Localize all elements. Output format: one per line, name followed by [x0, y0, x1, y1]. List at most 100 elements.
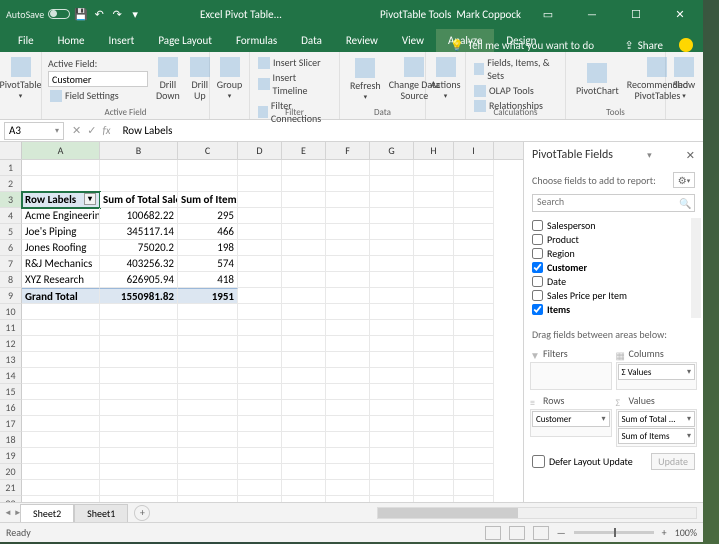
cell[interactable] [414, 272, 454, 288]
cell[interactable] [22, 384, 100, 400]
cell[interactable] [370, 272, 414, 288]
cell[interactable] [326, 240, 370, 256]
cell[interactable] [178, 160, 238, 176]
field-checkbox[interactable] [532, 304, 543, 315]
rows-area[interactable]: ≡Rows Customer▾ [530, 394, 612, 447]
row-header[interactable]: 13 [0, 352, 22, 368]
cell[interactable]: 295 [178, 208, 238, 224]
cell[interactable] [178, 368, 238, 384]
tab-data[interactable]: Data [289, 29, 334, 52]
cell[interactable] [282, 464, 326, 480]
cell[interactable] [100, 400, 178, 416]
cell[interactable] [454, 352, 494, 368]
cell[interactable] [454, 320, 494, 336]
cell[interactable] [100, 368, 178, 384]
cell[interactable] [370, 336, 414, 352]
cell[interactable] [414, 336, 454, 352]
cell[interactable] [22, 160, 100, 176]
cell[interactable] [282, 384, 326, 400]
field-item[interactable]: Sales Price per Item [532, 288, 691, 302]
cell[interactable] [326, 368, 370, 384]
cell[interactable] [238, 192, 282, 208]
cell[interactable] [282, 256, 326, 272]
cell[interactable] [178, 176, 238, 192]
zoom-level[interactable]: 100% [675, 526, 697, 539]
redo-icon[interactable]: ↷ [110, 7, 124, 21]
row-header[interactable]: 21 [0, 480, 22, 496]
cell[interactable] [22, 336, 100, 352]
cell[interactable] [454, 480, 494, 496]
cell[interactable] [100, 432, 178, 448]
filters-area[interactable]: ▼Filters [530, 347, 612, 390]
minimize-icon[interactable]: — [575, 4, 609, 24]
cell[interactable] [454, 272, 494, 288]
cell[interactable] [100, 160, 178, 176]
cell[interactable] [238, 208, 282, 224]
column-header[interactable]: I [454, 142, 494, 159]
cell[interactable]: 75020.2 [100, 240, 178, 256]
cell[interactable] [454, 208, 494, 224]
cell[interactable] [454, 288, 494, 304]
ribbon-options-icon[interactable]: ▭ [531, 4, 565, 24]
field-item[interactable]: Total Sales [532, 316, 691, 318]
tab-review[interactable]: Review [334, 29, 390, 52]
cell[interactable] [414, 320, 454, 336]
cell[interactable]: 198 [178, 240, 238, 256]
cell[interactable] [238, 368, 282, 384]
cell[interactable] [238, 320, 282, 336]
cell[interactable] [370, 448, 414, 464]
cell[interactable] [178, 416, 238, 432]
cell[interactable] [370, 368, 414, 384]
cell[interactable] [238, 224, 282, 240]
cell[interactable] [326, 336, 370, 352]
cell[interactable]: XYZ Research [22, 272, 100, 288]
cell[interactable] [178, 320, 238, 336]
feedback-icon[interactable] [679, 38, 693, 52]
pane-dropdown-icon[interactable]: ▾ [647, 150, 652, 161]
cell[interactable] [100, 304, 178, 320]
cell[interactable] [178, 464, 238, 480]
cell[interactable] [100, 416, 178, 432]
area-field-item[interactable]: Σ Values▾ [618, 364, 696, 380]
cell[interactable] [178, 432, 238, 448]
cell[interactable] [238, 352, 282, 368]
cell[interactable] [454, 448, 494, 464]
cell[interactable] [238, 464, 282, 480]
cell[interactable] [238, 432, 282, 448]
actions-button[interactable]: Actions▾ [432, 55, 459, 102]
cell[interactable] [238, 176, 282, 192]
cell[interactable]: 1550981.82 [100, 288, 178, 304]
cell[interactable] [370, 208, 414, 224]
cell[interactable] [454, 160, 494, 176]
fields-search[interactable]: 🔍 [532, 194, 695, 212]
row-header[interactable]: 9 [0, 288, 22, 304]
cell[interactable] [370, 160, 414, 176]
cell[interactable] [414, 352, 454, 368]
field-checkbox[interactable] [532, 234, 543, 245]
cell[interactable] [414, 384, 454, 400]
cell[interactable] [282, 272, 326, 288]
cell[interactable] [454, 224, 494, 240]
cell[interactable]: Row Labels▾ [22, 192, 100, 208]
row-header[interactable]: 8 [0, 272, 22, 288]
cell[interactable]: R&J Mechanics [22, 256, 100, 272]
row-header[interactable]: 20 [0, 464, 22, 480]
cell[interactable]: 626905.94 [100, 272, 178, 288]
cell[interactable] [414, 176, 454, 192]
cell[interactable] [370, 256, 414, 272]
field-list[interactable]: SalespersonProductRegionCustomerDateSale… [532, 218, 701, 318]
row-header[interactable]: 19 [0, 448, 22, 464]
values-area[interactable]: ΣValues Sum of Total ...▾Sum of Items▾ [616, 394, 698, 447]
field-checkbox[interactable] [532, 318, 543, 319]
cell[interactable] [282, 224, 326, 240]
zoom-slider[interactable] [574, 531, 654, 534]
tab-view[interactable]: View [390, 29, 436, 52]
save-icon[interactable]: 💾 [74, 7, 88, 21]
cell[interactable] [454, 432, 494, 448]
page-layout-view-button[interactable] [509, 526, 525, 540]
cell[interactable] [370, 352, 414, 368]
cell[interactable] [22, 448, 100, 464]
cell[interactable] [178, 384, 238, 400]
field-item[interactable]: Items [532, 302, 691, 316]
group-button[interactable]: Group▾ [216, 55, 243, 102]
